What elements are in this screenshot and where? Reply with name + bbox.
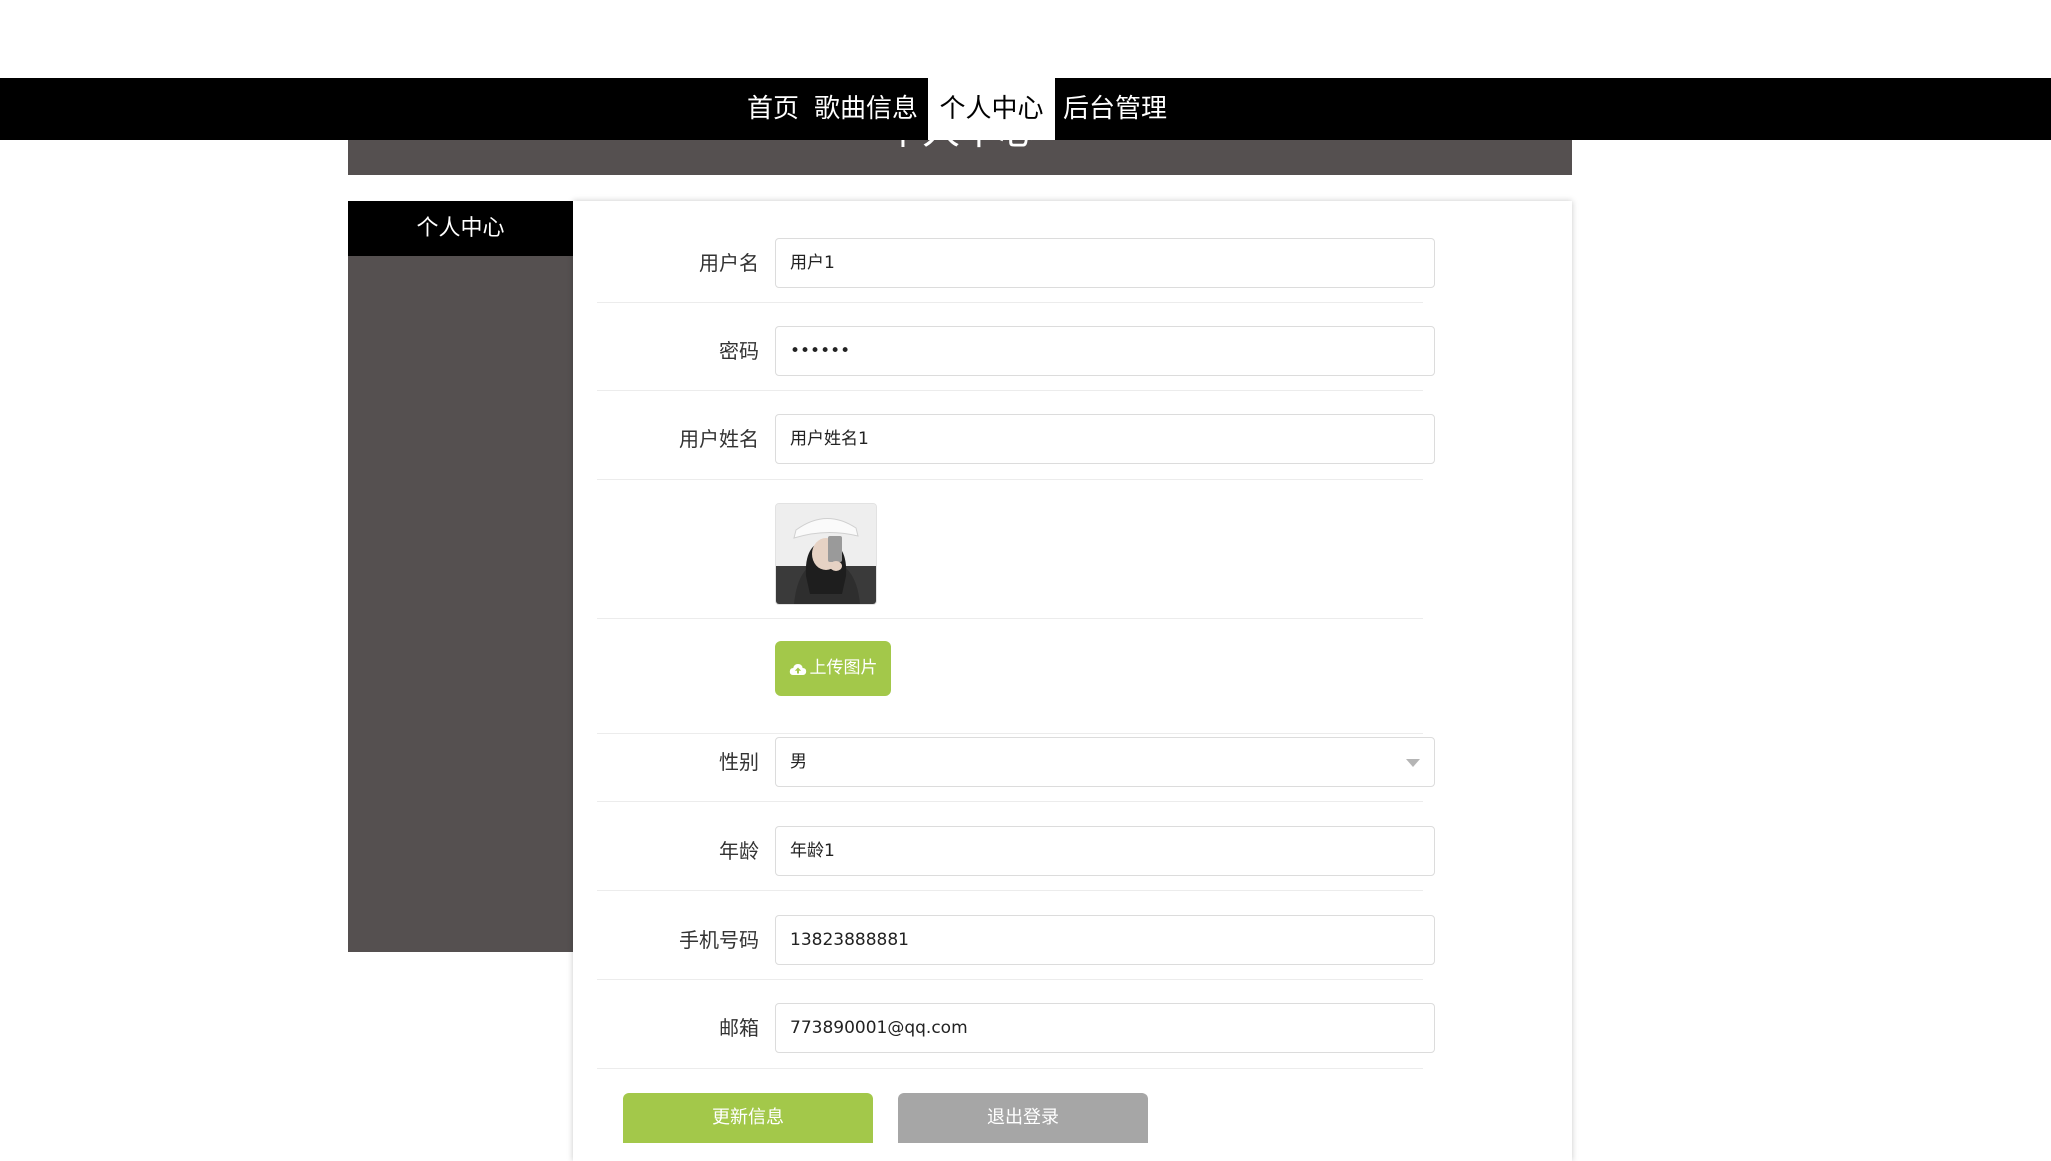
email-input[interactable]: 773890001@qq.com	[775, 1003, 1435, 1053]
cloud-upload-icon	[789, 664, 806, 675]
realname-input[interactable]: 用户姓名1	[775, 414, 1435, 464]
avatar-image	[775, 503, 877, 605]
nav-item-home[interactable]: 首页	[742, 78, 804, 140]
password-label: 密码	[719, 339, 759, 363]
chevron-down-icon	[1406, 759, 1420, 767]
form-row-age: 年龄 年龄1	[597, 826, 1435, 891]
gender-select-value: 男	[790, 752, 807, 772]
form-row-username: 用户名 用户1	[597, 238, 1435, 303]
form-row-gender: 性别 男	[597, 737, 1435, 802]
top-nav: 首页 歌曲信息 个人中心 后台管理	[0, 78, 2051, 140]
realname-label: 用户姓名	[679, 427, 759, 451]
nav-item-profile[interactable]: 个人中心	[928, 78, 1055, 140]
update-info-button[interactable]: 更新信息	[623, 1093, 873, 1143]
form-row-email: 邮箱 773890001@qq.com	[597, 1003, 1435, 1069]
logout-button[interactable]: 退出登录	[898, 1093, 1148, 1143]
phone-label: 手机号码	[679, 928, 759, 952]
nav-item-admin[interactable]: 后台管理	[1059, 78, 1171, 140]
sidebar: 个人中心	[348, 201, 573, 952]
age-label: 年龄	[719, 839, 759, 863]
form-row-phone: 手机号码 13823888881	[597, 915, 1435, 980]
form-row-realname: 用户姓名 用户姓名1	[597, 414, 1435, 480]
username-input[interactable]: 用户1	[775, 238, 1435, 288]
nav-item-songs[interactable]: 歌曲信息	[812, 78, 920, 140]
form-row-password: 密码 ••••••	[597, 326, 1435, 391]
sidebar-item-profile[interactable]: 个人中心	[348, 201, 573, 256]
avatar-photo	[776, 504, 876, 604]
password-input[interactable]: ••••••	[775, 326, 1435, 376]
form-row-avatar	[597, 503, 1423, 619]
upload-image-label: 上传图片	[809, 658, 878, 678]
gender-label: 性别	[719, 750, 759, 774]
email-label: 邮箱	[719, 1016, 759, 1040]
username-label: 用户名	[699, 251, 759, 275]
age-input[interactable]: 年龄1	[775, 826, 1435, 876]
phone-input[interactable]: 13823888881	[775, 915, 1435, 965]
form-row-upload: 上传图片	[597, 641, 1423, 734]
profile-form-panel: 用户名 用户1 密码 •••••• 用户姓名 用户姓名1 上传图片 性别 男 年…	[573, 201, 1572, 1161]
gender-select[interactable]: 男	[775, 737, 1435, 787]
upload-image-button[interactable]: 上传图片	[775, 641, 891, 696]
